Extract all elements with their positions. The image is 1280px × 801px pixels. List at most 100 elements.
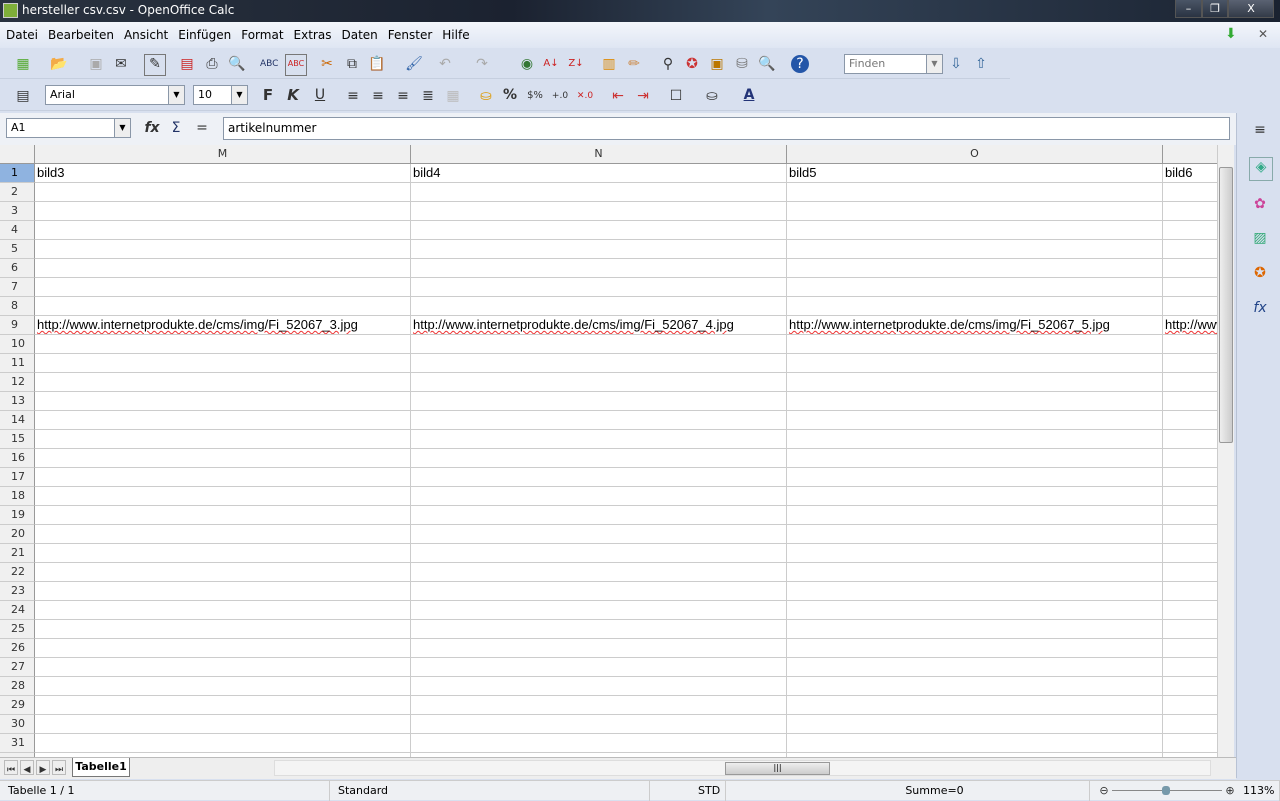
cell[interactable]	[411, 392, 787, 411]
cell[interactable]	[35, 658, 411, 677]
menu-datei[interactable]: Datei	[1, 22, 43, 48]
cell[interactable]	[787, 449, 1163, 468]
font-name-select[interactable]: Arial ▼	[45, 85, 185, 105]
cell[interactable]	[1163, 715, 1217, 734]
cell[interactable]	[787, 620, 1163, 639]
cell[interactable]	[411, 677, 787, 696]
functions-icon[interactable]: fx	[1251, 299, 1269, 317]
close-document-icon[interactable]: ✕	[1258, 27, 1268, 41]
cell[interactable]	[787, 487, 1163, 506]
cell[interactable]	[35, 430, 411, 449]
cell[interactable]	[35, 468, 411, 487]
cell[interactable]	[411, 259, 787, 278]
cell[interactable]	[787, 259, 1163, 278]
sort-ascending-icon[interactable]: A↓	[542, 55, 560, 73]
last-sheet-icon[interactable]: ⏭	[52, 760, 66, 775]
row-header[interactable]: 30	[0, 715, 35, 734]
column-header-M[interactable]: M	[35, 145, 411, 164]
print-preview-icon[interactable]: 🔍	[228, 55, 246, 73]
cut-icon[interactable]: ✂	[318, 55, 336, 73]
styles-formatting-icon[interactable]: ✿	[1251, 195, 1269, 213]
sort-descending-icon[interactable]: Z↓	[567, 55, 585, 73]
align-left-icon[interactable]: ≡	[344, 87, 362, 105]
row-header[interactable]: 19	[0, 506, 35, 525]
spellcheck-icon[interactable]: ABC	[260, 55, 278, 73]
menu-ansicht[interactable]: Ansicht	[119, 22, 173, 48]
zoom-slider-thumb[interactable]	[1162, 786, 1170, 795]
cell[interactable]	[35, 221, 411, 240]
restore-button[interactable]: ❐	[1202, 0, 1228, 18]
name-box[interactable]: A1 ▼	[6, 118, 131, 138]
cell[interactable]	[411, 183, 787, 202]
next-sheet-icon[interactable]: ▶	[36, 760, 50, 775]
cell[interactable]	[35, 259, 411, 278]
row-header[interactable]: 26	[0, 639, 35, 658]
cell[interactable]	[1163, 658, 1217, 677]
cell[interactable]	[787, 639, 1163, 658]
cell[interactable]	[1163, 183, 1217, 202]
decrease-indent-icon[interactable]: ⇤	[609, 87, 627, 105]
zoom-icon[interactable]: 🔍	[758, 55, 776, 73]
minimize-button[interactable]: –	[1175, 0, 1202, 18]
cell[interactable]	[35, 449, 411, 468]
cell[interactable]	[411, 468, 787, 487]
prev-sheet-icon[interactable]: ◀	[20, 760, 34, 775]
font-size-dropdown[interactable]: ▼	[231, 86, 247, 104]
cell[interactable]	[1163, 487, 1217, 506]
row-header[interactable]: 22	[0, 563, 35, 582]
cell[interactable]	[35, 335, 411, 354]
row-header[interactable]: 5	[0, 240, 35, 259]
cell[interactable]	[787, 430, 1163, 449]
row-header[interactable]: 27	[0, 658, 35, 677]
new-icon[interactable]: ▦	[14, 55, 32, 73]
cell[interactable]	[1163, 297, 1217, 316]
cell[interactable]	[787, 240, 1163, 259]
row-header[interactable]: 9	[0, 316, 35, 335]
cell[interactable]	[411, 715, 787, 734]
cell[interactable]	[1163, 639, 1217, 658]
hyperlink-icon[interactable]: ◉	[518, 55, 536, 73]
row-header[interactable]: 31	[0, 734, 35, 753]
row-header[interactable]: 4	[0, 221, 35, 240]
find-next-icon[interactable]: ⇩	[947, 55, 965, 73]
cell[interactable]: http://www.internetprodukte.de/cms/img/F…	[1163, 316, 1217, 335]
cell[interactable]	[787, 221, 1163, 240]
cell[interactable]	[35, 506, 411, 525]
selection-mode[interactable]: STD	[690, 781, 726, 801]
help-icon[interactable]: ?	[791, 55, 809, 73]
find-dropdown[interactable]: ▼	[926, 55, 942, 73]
font-size-select[interactable]: 10 ▼	[193, 85, 248, 105]
cell[interactable]	[35, 525, 411, 544]
cell[interactable]	[35, 202, 411, 221]
navigator-sidebar-icon[interactable]: ✪	[1251, 264, 1269, 282]
cell[interactable]	[1163, 563, 1217, 582]
save-icon[interactable]: ▣	[87, 55, 105, 73]
cell[interactable]	[35, 601, 411, 620]
properties-icon[interactable]: ◈	[1249, 157, 1273, 181]
align-right-icon[interactable]: ≡	[394, 87, 412, 105]
align-center-icon[interactable]: ≡	[369, 87, 387, 105]
cell[interactable]	[411, 240, 787, 259]
cell[interactable]	[1163, 278, 1217, 297]
cell[interactable]	[1163, 202, 1217, 221]
undo-icon[interactable]: ↶	[436, 55, 454, 73]
column-header-P[interactable]: P	[1163, 145, 1217, 164]
cell[interactable]	[787, 354, 1163, 373]
cell[interactable]	[1163, 734, 1217, 753]
sheet-tab-tabelle1[interactable]: Tabelle1	[72, 758, 130, 777]
update-download-icon[interactable]: ⬇	[1225, 26, 1237, 42]
row-header[interactable]: 17	[0, 468, 35, 487]
cell[interactable]	[411, 506, 787, 525]
cell[interactable]	[1163, 430, 1217, 449]
percent-button[interactable]: %	[501, 86, 519, 104]
cell[interactable]	[787, 506, 1163, 525]
cell[interactable]	[787, 544, 1163, 563]
cell[interactable]	[411, 449, 787, 468]
menu-hilfe[interactable]: Hilfe	[437, 22, 474, 48]
cell[interactable]	[1163, 468, 1217, 487]
gallery-sidebar-icon[interactable]: ▨	[1251, 229, 1269, 247]
cell[interactable]	[411, 620, 787, 639]
borders-icon[interactable]: ☐	[667, 87, 685, 105]
vertical-scroll-thumb[interactable]	[1219, 167, 1233, 443]
vertical-scrollbar[interactable]	[1217, 145, 1234, 757]
